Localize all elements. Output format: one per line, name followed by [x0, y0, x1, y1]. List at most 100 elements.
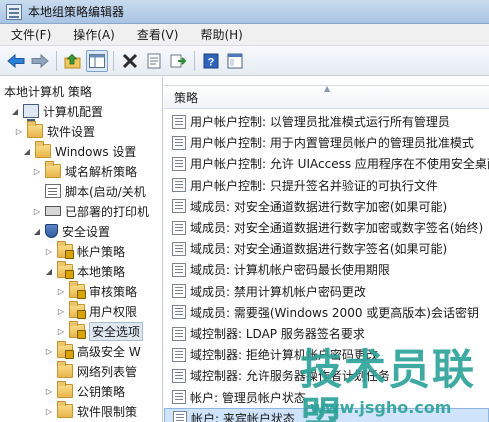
policy-setting-icon [172, 199, 186, 214]
policy-row-label: 用户帐户控制: 只提升签名并验证的可执行文件 [190, 178, 438, 193]
menu-action[interactable]: 操作(A) [62, 24, 126, 46]
expanded-arrow-icon[interactable]: ◢ [32, 221, 42, 241]
secure-folder-icon [57, 341, 74, 359]
tree-item[interactable]: ▷ 安全选项 [0, 321, 162, 341]
secure-folder-icon [69, 301, 86, 319]
forward-button[interactable] [29, 50, 51, 72]
policy-row[interactable]: 域成员: 禁用计算机帐户密码更改 [164, 281, 489, 302]
tree-item[interactable]: ▷ 软件设置 [0, 121, 162, 141]
policy-row[interactable]: 用户帐户控制: 以管理员批准模式运行所有管理员 [164, 111, 489, 132]
properties-button[interactable] [143, 50, 165, 72]
policy-row-label: 用户帐户控制: 用于内置管理员帐户的管理员批准模式 [190, 136, 474, 151]
console-button[interactable] [224, 50, 246, 72]
tree-item-label: 软件设置 [47, 124, 96, 139]
expanded-arrow-icon[interactable]: ◢ [44, 261, 54, 281]
app-icon [6, 3, 22, 20]
tree-item[interactable]: 本地计算机 策略 [0, 81, 162, 101]
tree-item-label: Windows 设置 [55, 144, 137, 159]
policy-setting-icon [172, 114, 186, 129]
tree-item[interactable]: ◢ 计算机配置 [0, 101, 162, 121]
menu-help[interactable]: 帮助(H) [189, 24, 253, 46]
collapsed-arrow-icon[interactable]: ▷ [56, 281, 66, 301]
expanded-arrow-icon[interactable]: ◢ [22, 141, 32, 161]
delete-button[interactable] [119, 50, 141, 72]
collapsed-arrow-icon[interactable]: ▷ [56, 321, 66, 341]
tree-item-label: 网络列表管 [77, 364, 138, 379]
collapsed-arrow-icon[interactable]: ▷ [44, 381, 54, 401]
tree-item[interactable]: ▷ 用户权限 [0, 301, 162, 321]
policy-row[interactable]: 用户帐户控制: 用于内置管理员帐户的管理员批准模式 [164, 132, 489, 153]
policy-row[interactable]: 域成员: 对安全通道数据进行数字加密或数字签名(始终) [164, 217, 489, 238]
collapsed-arrow-icon[interactable]: ▷ [56, 301, 66, 321]
show-hide-tree-icon [89, 53, 105, 68]
column-header-label: 策略 [174, 90, 199, 105]
title-bar: 本地组策略编辑器 [0, 0, 489, 24]
tree-item-label: 已部署的打印机 [65, 204, 150, 219]
collapsed-arrow-icon[interactable]: ▷ [44, 401, 54, 421]
collapsed-arrow-icon[interactable]: ▷ [14, 121, 24, 141]
tree-item-label: 本地策略 [77, 264, 126, 279]
policy-row[interactable]: 用户帐户控制: 只提升签名并验证的可执行文件 [164, 175, 489, 196]
collapsed-arrow-icon[interactable]: ▷ [32, 201, 42, 221]
collapsed-arrow-icon[interactable]: ▷ [44, 241, 54, 261]
tree-item[interactable]: 脚本(启动/关机 [0, 181, 162, 201]
expanded-arrow-icon[interactable]: ◢ [10, 101, 20, 121]
console-tree: 本地计算机 策略 ◢ 计算机配置 ▷ 软件设置 ◢ Windows 设置 ▷ 域名解析策略脚本(… [0, 77, 163, 422]
show-hide-tree-button[interactable] [86, 49, 108, 72]
tree-item[interactable]: ▷ 高级安全 W [0, 341, 162, 361]
tree-item[interactable]: ▷ 域名解析策略 [0, 161, 162, 181]
tree-item[interactable]: ◢ 本地策略 [0, 261, 162, 281]
tree-item[interactable]: ◢ Windows 设置 [0, 141, 162, 161]
policy-row-label: 域成员: 计算机帐户密码最长使用期限 [190, 263, 390, 278]
tree-item-label: 脚本(启动/关机 [65, 184, 146, 199]
tree-item-label: 本地计算机 策略 [4, 84, 92, 99]
security-shield-icon [45, 224, 58, 238]
tree-item[interactable]: ▷ 公钥策略 [0, 381, 162, 401]
tree-item[interactable]: ▷ 软件限制策 [0, 401, 162, 421]
export-button[interactable] [167, 50, 189, 72]
policy-row[interactable]: 域成员: 对安全通道数据进行数字签名(如果可能) [164, 238, 489, 259]
tree-item[interactable]: 网络列表管 [0, 361, 162, 381]
tree-item-label: 审核策略 [89, 284, 138, 299]
menu-view[interactable]: 查看(V) [126, 24, 190, 46]
policy-setting-icon [172, 347, 186, 362]
back-icon [7, 53, 25, 68]
policy-row[interactable]: 用户帐户控制: 允许 UIAccess 应用程序在不使用安全桌面 [164, 153, 489, 174]
up-folder-button[interactable] [62, 50, 84, 72]
back-button[interactable] [5, 50, 27, 72]
policy-row-label: 域成员: 对安全通道数据进行数字签名(如果可能) [190, 242, 448, 257]
script-icon [45, 184, 61, 198]
policy-row[interactable]: 域成员: 需要强(Windows 2000 或更高版本)会话密钥 [164, 302, 489, 323]
computer-icon [23, 104, 39, 121]
policy-setting-icon [172, 262, 186, 277]
policy-row[interactable]: 域成员: 对安全通道数据进行数字加密(如果可能) [164, 196, 489, 217]
policy-setting-icon [172, 135, 186, 150]
policy-row[interactable]: 域成员: 计算机帐户密码最长使用期限 [164, 259, 489, 280]
policy-row-label: 域成员: 需要强(Windows 2000 或更高版本)会话密钥 [190, 305, 479, 320]
toolbar: ? [0, 46, 489, 76]
tree-item-label: 计算机配置 [43, 104, 104, 119]
tree-item[interactable]: ◢ 安全设置 [0, 221, 162, 241]
tree-item[interactable]: ▷ 已部署的打印机 [0, 201, 162, 221]
menu-file[interactable]: 文件(F) [0, 24, 62, 46]
collapsed-arrow-icon[interactable]: ▷ [44, 341, 54, 361]
sort-ascending-icon: ▲ [324, 84, 331, 93]
toolbar-separator [56, 50, 57, 71]
policy-setting-icon [172, 241, 186, 256]
up-folder-icon [64, 53, 81, 68]
policy-setting-icon [172, 220, 186, 235]
tree-item[interactable]: ▷ 审核策略 [0, 281, 162, 301]
properties-icon [147, 53, 161, 68]
watermark-url: www.jsgho.com [310, 398, 452, 417]
no-expander [44, 361, 54, 381]
svg-text:?: ? [208, 56, 215, 68]
tree-item-label: 公钥策略 [77, 384, 126, 399]
column-header-policy[interactable]: ▲ 策略 [164, 84, 489, 109]
tree-item[interactable]: ▷ 帐户策略 [0, 241, 162, 261]
help-button[interactable]: ? [200, 50, 222, 72]
window-title: 本地组策略编辑器 [28, 5, 125, 19]
policy-row-label: 帐户: 来宾帐户状态 [191, 411, 295, 422]
collapsed-arrow-icon[interactable]: ▷ [32, 161, 42, 181]
policy-row-label: 域成员: 对安全通道数据进行数字加密(如果可能) [190, 199, 448, 214]
policy-row[interactable]: 域控制器: LDAP 服务器签名要求 [164, 323, 489, 344]
